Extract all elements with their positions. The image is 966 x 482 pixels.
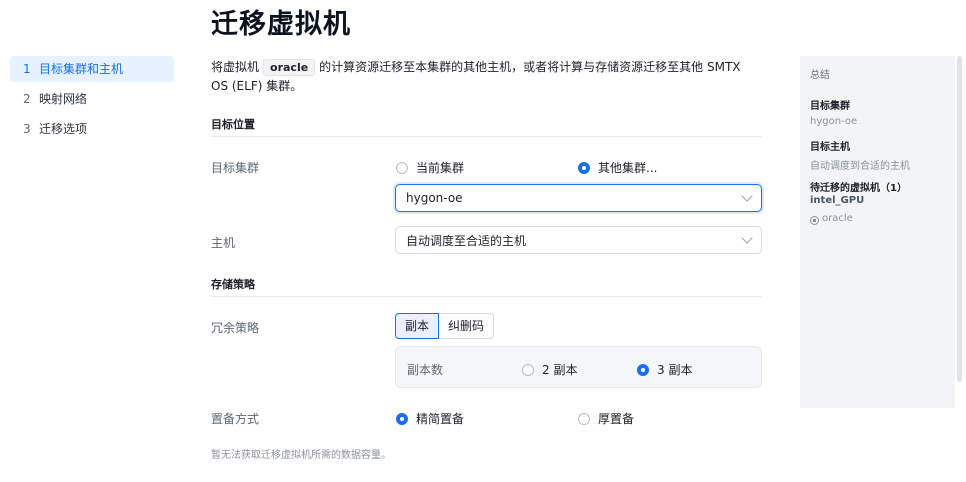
radio-indicator — [578, 412, 590, 425]
step-target-cluster-host[interactable]: 1 目标集群和主机 — [10, 56, 174, 82]
step-label: 映射网络 — [39, 92, 88, 106]
summary-title: 总结 — [810, 70, 830, 81]
chevron-down-icon — [741, 232, 753, 244]
replica-count-label: 副本数 — [407, 363, 444, 377]
radio-indicator — [637, 363, 649, 376]
radio-label: 当前集群 — [416, 161, 465, 175]
section-target-location: 目标位置 — [211, 118, 255, 131]
divider — [211, 296, 762, 297]
provision-label: 置备方式 — [211, 412, 260, 426]
summary-vm-item: oracle — [810, 213, 853, 225]
step-number: 1 — [23, 62, 31, 76]
chevron-down-icon — [741, 190, 753, 202]
divider — [211, 136, 762, 137]
radio-label: 精简置备 — [416, 412, 465, 426]
redundancy-segmented-control: 副本 纠删码 — [395, 313, 495, 339]
radio-2-replica[interactable]: 2 副本 — [522, 361, 577, 378]
summary-vm-key: 待迁移的虚拟机（1） — [810, 183, 907, 194]
cluster-select[interactable]: hygon-oe — [395, 184, 762, 212]
host-select[interactable]: 自动调度至合适的主机 — [395, 226, 762, 254]
vm-name-tag: oracle — [263, 59, 316, 76]
capacity-note: 暂无法获取迁移虚拟机所需的数据容量。 — [211, 450, 391, 461]
step-nav: 1 目标集群和主机 2 映射网络 3 迁移选项 — [10, 56, 174, 146]
intro-text: 将虚拟机 oracle 的计算资源迁移至本集群的其他主机，或者将计算与存储资源迁移至… — [211, 58, 761, 96]
host-select-value: 自动调度至合适的主机 — [406, 233, 527, 248]
summary-vm-name: oracle — [822, 213, 853, 224]
vm-icon — [810, 216, 819, 225]
radio-current-cluster[interactable]: 当前集群 — [396, 159, 464, 176]
summary-cluster-key: 目标集群 — [810, 101, 850, 112]
summary-scrollbar[interactable] — [957, 56, 962, 382]
summary-vm-group: intel_GPU — [810, 195, 865, 206]
radio-indicator — [522, 363, 534, 376]
radio-label: 2 副本 — [542, 363, 578, 377]
radio-indicator — [396, 412, 408, 425]
segment-erasure-code[interactable]: 纠删码 — [439, 313, 495, 339]
cluster-select-value: hygon-oe — [406, 191, 463, 205]
segment-replica[interactable]: 副本 — [395, 313, 440, 339]
step-label: 目标集群和主机 — [39, 62, 124, 76]
radio-3-replica[interactable]: 3 副本 — [637, 361, 692, 378]
step-migration-options[interactable]: 3 迁移选项 — [10, 116, 174, 142]
step-number: 2 — [23, 92, 31, 106]
replica-count-panel: 副本数 2 副本 3 副本 — [395, 346, 762, 388]
redundancy-label: 冗余策略 — [211, 321, 260, 335]
radio-thin-provision[interactable]: 精简置备 — [396, 410, 464, 427]
step-map-network[interactable]: 2 映射网络 — [10, 86, 174, 112]
radio-label: 3 副本 — [657, 363, 693, 377]
host-label: 主机 — [211, 236, 236, 250]
target-cluster-label: 目标集群 — [211, 161, 260, 175]
radio-label: 厚置备 — [598, 412, 635, 426]
summary-cluster-value: hygon-oe — [810, 116, 858, 127]
summary-panel: 总结 目标集群 hygon-oe 目标主机 自动调度到合适的主机 待迁移的虚拟机… — [800, 56, 955, 408]
radio-other-cluster[interactable]: 其他集群... — [578, 159, 657, 176]
step-number: 3 — [23, 122, 31, 136]
radio-indicator — [396, 161, 408, 174]
step-label: 迁移选项 — [39, 122, 88, 136]
radio-indicator — [578, 161, 590, 174]
radio-label: 其他集群... — [598, 161, 658, 175]
section-storage-policy: 存储策略 — [211, 278, 255, 291]
summary-host-value: 自动调度到合适的主机 — [810, 161, 910, 172]
summary-host-key: 目标主机 — [810, 142, 850, 153]
intro-pre: 将虚拟机 — [211, 60, 260, 74]
page-title: 迁移虚拟机 — [211, 9, 351, 40]
radio-thick-provision[interactable]: 厚置备 — [578, 410, 634, 427]
